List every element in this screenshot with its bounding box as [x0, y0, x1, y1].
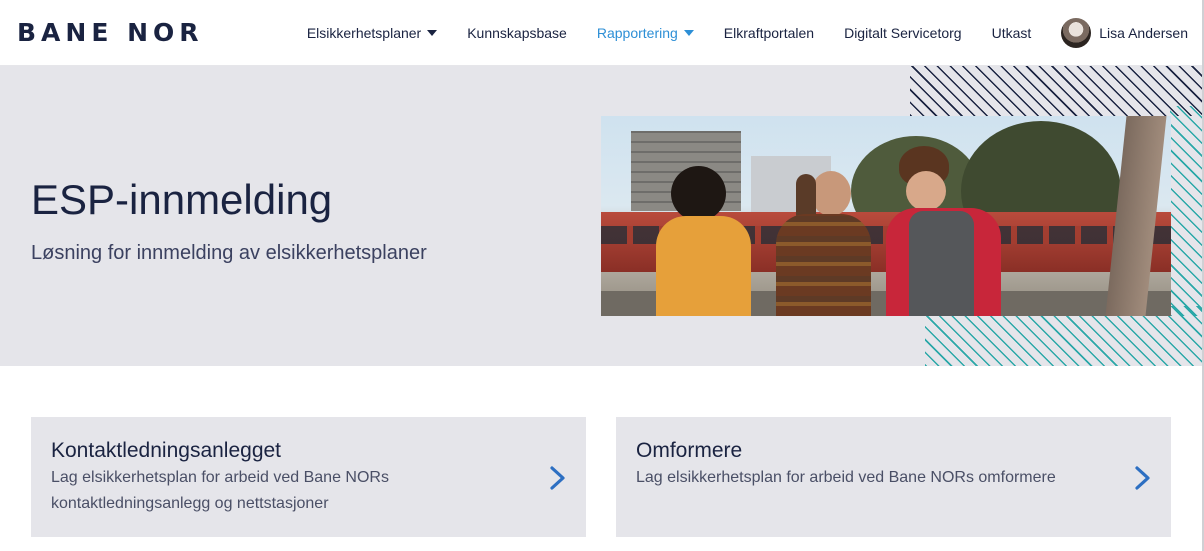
- caret-down-icon: [683, 30, 694, 36]
- nav-item-label: Rapportering: [596, 25, 678, 41]
- nav-item-kunnskapsbase[interactable]: Kunnskapsbase: [467, 25, 567, 41]
- card-kontaktledningsanlegget[interactable]: Kontaktledningsanlegget Lag elsikkerhets…: [31, 417, 586, 537]
- decorative-stripes: [1170, 106, 1204, 316]
- card-description: Lag elsikkerhetsplan for arbeid ved Bane…: [51, 469, 389, 512]
- nav-item-label: Utkast: [991, 25, 1032, 41]
- nav-item-utkast[interactable]: Utkast: [992, 25, 1032, 41]
- nav-item-rapportering[interactable]: Rapportering: [597, 25, 694, 41]
- nav-item-label: Elsikkerhetsplaner: [306, 25, 422, 41]
- chevron-right-icon: [548, 465, 568, 491]
- logo-text: BANE NOR: [17, 17, 204, 47]
- nav-item-elkraftportalen[interactable]: Elkraftportalen: [724, 25, 814, 41]
- user-menu[interactable]: Lisa Andersen: [1061, 18, 1188, 48]
- hero-photo: [601, 116, 1171, 316]
- caret-down-icon: [427, 30, 438, 36]
- card-description: Lag elsikkerhetsplan for arbeid ved Bane…: [636, 469, 1056, 486]
- card-omformere[interactable]: Omformere Lag elsikkerhetsplan for arbei…: [616, 417, 1171, 537]
- decorative-stripes: [910, 66, 1204, 116]
- nav-item-label: Kunnskapsbase: [467, 25, 567, 41]
- main-nav: Elsikkerhetsplaner Kunnskapsbase Rapport…: [277, 0, 1188, 66]
- nav-item-label: Digitalt Servicetorg: [844, 25, 962, 41]
- card-title: Kontaktledningsanlegget: [51, 439, 282, 462]
- chevron-right-icon: [1133, 465, 1153, 491]
- avatar: [1061, 18, 1092, 48]
- top-header: BANE NOR Elsikkerhetsplaner Kunnskapsbas…: [0, 0, 1204, 66]
- nav-item-label: Elkraftportalen: [723, 25, 815, 41]
- user-name: Lisa Andersen: [1099, 25, 1188, 41]
- hero-banner: ESP-innmelding Løsning for innmelding av…: [0, 66, 1204, 366]
- card-title: Omformere: [636, 439, 743, 462]
- nav-item-elsikkerhetsplaner[interactable]: Elsikkerhetsplaner: [306, 25, 438, 41]
- nav-item-digitalt-servicetorg[interactable]: Digitalt Servicetorg: [844, 25, 962, 41]
- bane-nor-logo[interactable]: BANE NOR: [17, 17, 204, 47]
- page-subtitle: Løsning for innmelding av elsikkerhetspl…: [31, 242, 427, 264]
- page-title: ESP-innmelding: [31, 176, 333, 223]
